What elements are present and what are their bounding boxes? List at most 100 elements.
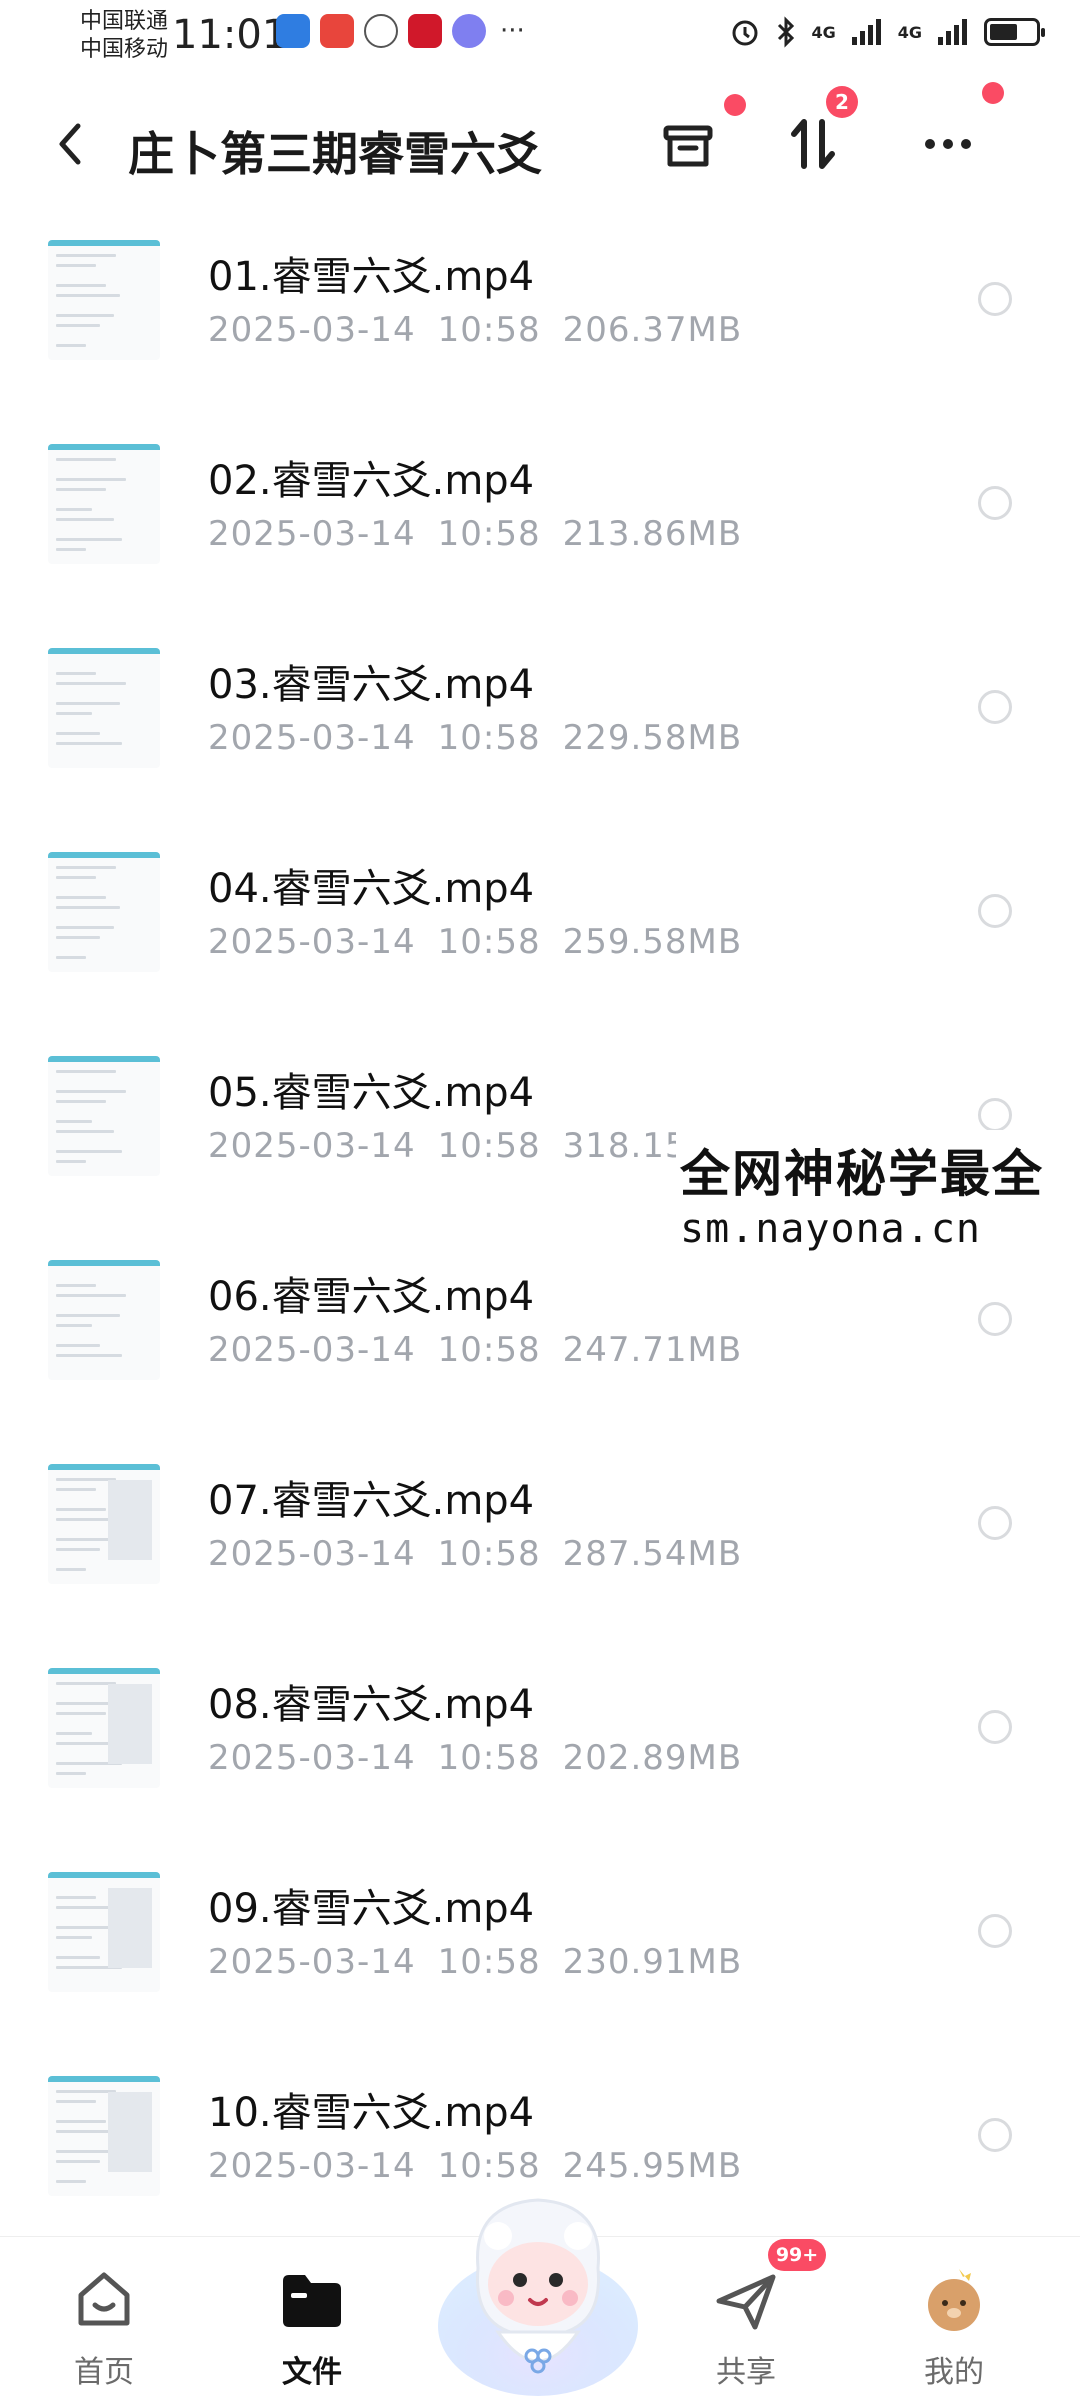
radio-icon[interactable] [978, 1710, 1012, 1744]
file-name: 09.睿雪六爻.mp4 [208, 1886, 535, 1932]
carrier-1: 中国联通 [80, 9, 169, 34]
mascot-icon[interactable] [428, 2176, 648, 2400]
send-icon [711, 2265, 781, 2335]
radio-icon[interactable] [978, 1098, 1012, 1132]
file-date: 2025-03-14 [208, 1942, 416, 1982]
back-icon[interactable] [48, 114, 96, 174]
notification-icons: ··· [276, 14, 525, 48]
music-icon [452, 14, 486, 48]
radio-icon[interactable] [978, 2118, 1012, 2152]
file-row[interactable]: 03.睿雪六爻.mp4 2025-03-14 10:58 229.58MB [0, 618, 1080, 822]
file-size: 230.91MB [562, 1942, 743, 1982]
file-meta: 2025-03-14 10:58 213.86MB [208, 514, 764, 554]
video-thumbnail [48, 1260, 160, 1380]
signal-icon [938, 19, 967, 45]
radio-icon[interactable] [978, 1302, 1012, 1336]
tab-share[interactable]: 共享 [676, 2265, 816, 2391]
file-meta: 2025-03-14 10:58 259.58MB [208, 922, 764, 962]
radio-icon[interactable] [978, 690, 1012, 724]
file-time: 10:58 [437, 1330, 541, 1370]
tab-mine[interactable]: 我的 [884, 2265, 1024, 2391]
file-meta: 2025-03-14 10:58 206.37MB [208, 310, 764, 350]
file-name: 03.睿雪六爻.mp4 [208, 662, 535, 708]
file-row[interactable]: 01.睿雪六爻.mp4 2025-03-14 10:58 206.37MB [0, 210, 1080, 414]
file-name: 02.睿雪六爻.mp4 [208, 458, 535, 504]
share-badge: 99+ [768, 2239, 826, 2271]
app-notification-icon [320, 14, 354, 48]
file-name: 07.睿雪六爻.mp4 [208, 1478, 535, 1524]
tab-mine-label: 我的 [924, 2355, 984, 2390]
file-row[interactable]: 04.睿雪六爻.mp4 2025-03-14 10:58 259.58MB [0, 822, 1080, 1026]
file-date: 2025-03-14 [208, 1534, 416, 1574]
radio-icon[interactable] [978, 894, 1012, 928]
video-thumbnail [48, 1872, 160, 1992]
file-name: 06.睿雪六爻.mp4 [208, 1274, 535, 1320]
file-size: 259.58MB [562, 922, 743, 962]
tab-files-label: 文件 [282, 2355, 342, 2390]
network-type-2: 4G [897, 22, 922, 42]
file-row[interactable]: 08.睿雪六爻.mp4 2025-03-14 10:58 202.89MB [0, 1638, 1080, 1842]
file-name: 08.睿雪六爻.mp4 [208, 1682, 535, 1728]
file-size: 229.58MB [562, 718, 743, 758]
file-time: 10:58 [437, 922, 541, 962]
file-size: 247.71MB [562, 1330, 743, 1370]
app-notification-icon [408, 14, 442, 48]
file-name: 04.睿雪六爻.mp4 [208, 866, 535, 912]
file-name: 10.睿雪六爻.mp4 [208, 2090, 535, 2136]
video-thumbnail [48, 444, 160, 564]
radio-icon[interactable] [978, 1506, 1012, 1540]
avatar-icon [919, 2265, 989, 2335]
file-date: 2025-03-14 [208, 514, 416, 554]
sort-badge: 2 [826, 86, 858, 118]
file-time: 10:58 [437, 1534, 541, 1574]
file-meta: 2025-03-14 10:58 229.58MB [208, 718, 764, 758]
more-notification-dot [982, 82, 1004, 104]
file-time: 10:58 [437, 1126, 541, 1166]
tab-home[interactable]: 首页 [34, 2265, 174, 2391]
video-thumbnail [48, 1464, 160, 1584]
file-size: 202.89MB [562, 1738, 743, 1778]
folder-icon [277, 2265, 347, 2335]
file-row[interactable]: 06.睿雪六爻.mp4 2025-03-14 10:58 247.71MB [0, 1230, 1080, 1434]
radio-icon[interactable] [978, 282, 1012, 316]
radio-icon[interactable] [978, 1914, 1012, 1948]
tab-files[interactable]: 文件 [242, 2265, 382, 2391]
sort-icon[interactable] [778, 108, 850, 180]
video-thumbnail [48, 648, 160, 768]
video-thumbnail [48, 2076, 160, 2196]
file-time: 10:58 [437, 310, 541, 350]
file-meta: 2025-03-14 10:58 287.54MB [208, 1534, 764, 1574]
archive-icon[interactable] [652, 108, 724, 180]
app-header: 庄卜第三期睿雪六爻 2 [0, 80, 1080, 210]
battery-icon [984, 18, 1045, 46]
file-date: 2025-03-14 [208, 310, 416, 350]
file-row[interactable]: 07.睿雪六爻.mp4 2025-03-14 10:58 287.54MB [0, 1434, 1080, 1638]
file-size: 206.37MB [562, 310, 743, 350]
page-title: 庄卜第三期睿雪六爻 [128, 127, 542, 181]
file-date: 2025-03-14 [208, 922, 416, 962]
battery-level [990, 24, 1017, 40]
more-notifications-icon: ··· [500, 16, 525, 46]
file-time: 10:58 [437, 718, 541, 758]
file-name: 05.睿雪六爻.mp4 [208, 1070, 535, 1116]
status-bar: 中国联通 中国移动 11:01 ··· 4G 4G [0, 0, 1080, 80]
tab-home-label: 首页 [74, 2355, 134, 2390]
status-time: 11:01 [172, 12, 288, 58]
file-row[interactable]: 09.睿雪六爻.mp4 2025-03-14 10:58 230.91MB [0, 1842, 1080, 2046]
more-icon[interactable] [912, 108, 984, 180]
file-name: 01.睿雪六爻.mp4 [208, 254, 535, 300]
file-date: 2025-03-14 [208, 2146, 416, 2186]
tab-share-label: 共享 [716, 2355, 776, 2390]
file-row[interactable]: 02.睿雪六爻.mp4 2025-03-14 10:58 213.86MB [0, 414, 1080, 618]
file-time: 10:58 [437, 1738, 541, 1778]
wechat-icon [364, 14, 398, 48]
network-type-1: 4G [811, 22, 836, 42]
carrier-2: 中国移动 [80, 37, 169, 62]
video-thumbnail [48, 1668, 160, 1788]
file-meta: 2025-03-14 10:58 202.89MB [208, 1738, 764, 1778]
watermark: 全网神秘学最全 sm.nayona.cn [676, 1130, 1048, 1258]
file-size: 213.86MB [562, 514, 743, 554]
radio-icon[interactable] [978, 486, 1012, 520]
carrier-info: 中国联通 中国移动 [80, 8, 168, 64]
home-icon [69, 2265, 139, 2335]
